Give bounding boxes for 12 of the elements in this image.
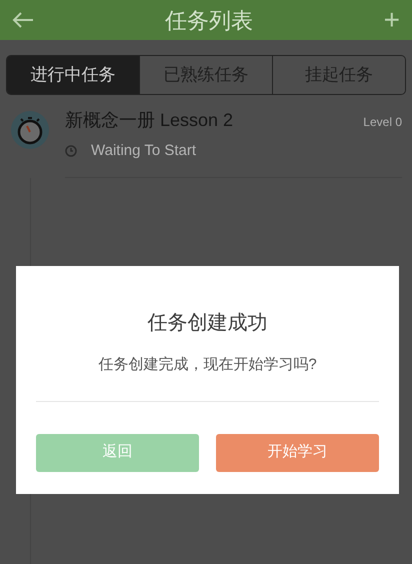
- clock-icon: [65, 145, 77, 158]
- add-button[interactable]: +: [384, 6, 400, 34]
- back-icon[interactable]: [12, 11, 34, 29]
- dialog-button[interactable]: 开始学习: [216, 434, 379, 472]
- task-level: Level 0: [363, 114, 402, 131]
- task-status: Waiting To Start: [91, 141, 196, 161]
- tab[interactable]: 进行中任务: [7, 56, 139, 94]
- stopwatch-icon: [10, 110, 50, 150]
- dialog-button[interactable]: 返回: [36, 434, 199, 472]
- dialog-title: 任务创建成功: [148, 311, 268, 336]
- dialog-message: 任务创建完成，现在开始学习吗?: [98, 355, 317, 375]
- header-title: 任务列表: [164, 6, 253, 34]
